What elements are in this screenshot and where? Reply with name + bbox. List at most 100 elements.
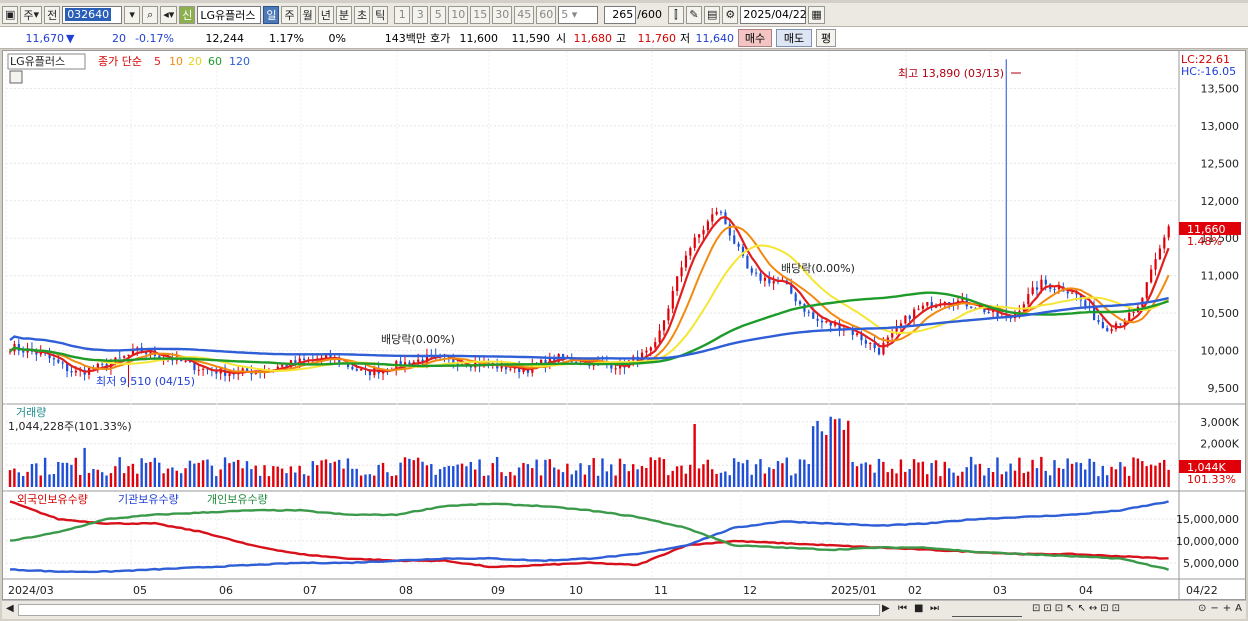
volume-bar: [416, 457, 420, 487]
ownership-panel: [9, 500, 1170, 574]
stock-name: LG유플러스: [197, 5, 262, 24]
interval-10[interactable]: 10: [448, 5, 469, 24]
candle-body: [101, 363, 104, 365]
period-week[interactable]: 주: [281, 5, 298, 24]
volume-bar: [904, 471, 907, 487]
price-panel: [9, 59, 1170, 388]
period-month[interactable]: 월: [299, 5, 316, 24]
volume-bar: [35, 463, 38, 487]
interval-60[interactable]: 60: [536, 5, 557, 24]
candle-body: [970, 306, 973, 308]
scroll-bar[interactable]: ◀ ▶ ⏮ ■ ⏭ ⊡⊡⊡↖↖↔⊡⊡ ⊙−+A: [2, 600, 1246, 619]
chart-area[interactable]: 9,500 10,000 10,500 11,000 11,500 12,000 12,50…: [2, 50, 1246, 600]
volume-bar: [412, 460, 415, 487]
calendar-icon[interactable]: ▦: [808, 5, 825, 24]
table-icon[interactable]: [9, 70, 23, 84]
interval-45[interactable]: 45: [514, 5, 535, 24]
interval-3[interactable]: 3: [412, 5, 429, 24]
candle-body: [755, 272, 758, 274]
interval-15[interactable]: 15: [470, 5, 491, 24]
search-icon[interactable]: ⌕: [142, 5, 159, 24]
volume-bar: [329, 463, 332, 487]
period-year[interactable]: 년: [317, 5, 334, 24]
volume-bar: [346, 458, 350, 487]
stop-icon[interactable]: ■: [914, 603, 923, 617]
volume-bar: [316, 465, 319, 487]
candle-body: [355, 369, 358, 371]
all-button[interactable]: 전: [44, 5, 61, 24]
candle-body: [921, 305, 925, 309]
volume-bar: [337, 459, 341, 487]
ownership-tick-label: 5,000,000: [1183, 557, 1239, 570]
volume-bar: [359, 475, 363, 487]
candle-body: [1119, 323, 1122, 325]
volume-bar: [1031, 459, 1034, 487]
volume-bar: [1026, 471, 1030, 487]
candle-body: [1158, 248, 1162, 260]
buy-button[interactable]: 매수: [738, 29, 772, 47]
volume-title: 거래량: [16, 406, 46, 419]
volume-tick-label: 2,000K: [1200, 438, 1239, 451]
volume-bar: [671, 470, 674, 487]
candle-body: [1132, 311, 1135, 313]
volume-bar: [882, 461, 885, 487]
zoom-controls-icon[interactable]: ⊙−+A: [1198, 603, 1246, 617]
volume-bar: [96, 469, 99, 487]
avg-button[interactable]: 평: [816, 29, 836, 47]
gear-icon[interactable]: ⚙: [722, 5, 739, 24]
volume-bar: [710, 469, 714, 487]
draw-icon[interactable]: ✎: [685, 5, 702, 24]
type-select[interactable]: 주 ▾: [20, 5, 43, 24]
candle-body: [1110, 329, 1113, 332]
x-tick-label: 04/22: [1186, 584, 1218, 597]
volume-bar: [1101, 465, 1104, 487]
period-day[interactable]: 일: [263, 5, 280, 24]
save-icon[interactable]: ▤: [703, 5, 721, 24]
legend-ma120: 120: [229, 55, 250, 68]
drawing-tools-icon[interactable]: ⊡⊡⊡↖↖↔⊡⊡: [1032, 603, 1123, 617]
first-icon[interactable]: ⏮: [898, 603, 907, 617]
period-tick[interactable]: 틱: [372, 5, 389, 24]
count-input[interactable]: 265: [604, 5, 637, 24]
last-icon[interactable]: ⏭: [930, 603, 939, 617]
volume-bar: [675, 466, 679, 487]
candle-body: [662, 320, 666, 331]
speaker-icon[interactable]: ◂▾: [160, 5, 178, 24]
volume-bar: [610, 464, 613, 487]
volume-bar: [219, 469, 222, 487]
interval-1[interactable]: 1: [394, 5, 411, 24]
volume-bar: [702, 464, 705, 487]
volume-bar: [798, 459, 802, 487]
volume-bar: [153, 457, 157, 487]
volume-bar: [781, 463, 784, 487]
scroll-right-icon[interactable]: ▶: [882, 603, 890, 617]
volume-bar: [267, 476, 271, 487]
date-input[interactable]: 2025/04/22: [740, 5, 807, 24]
sell-button[interactable]: 매도: [776, 29, 812, 47]
window-icon[interactable]: ▣: [2, 5, 19, 24]
scroll-left-icon[interactable]: ◀: [6, 603, 14, 617]
volume-bar: [351, 468, 354, 487]
high-price: 11,760: [637, 31, 677, 45]
volume-bar: [1141, 461, 1144, 487]
chart-svg[interactable]: 9,50010,00010,50011,00011,50012,00012,50…: [3, 51, 1245, 599]
volume-bar: [662, 459, 666, 487]
scroll-track[interactable]: [18, 604, 880, 616]
volume-bar: [83, 447, 86, 487]
candle-body: [807, 311, 810, 313]
candle-icon[interactable]: ⫿: [667, 5, 684, 24]
period-minute[interactable]: 분: [335, 5, 352, 24]
volume-bar: [1105, 475, 1109, 487]
candle-body: [812, 312, 815, 319]
candle-body: [856, 333, 859, 335]
interval-30[interactable]: 30: [492, 5, 513, 24]
period-second[interactable]: 초: [353, 5, 371, 24]
dropdown-icon[interactable]: ▾: [124, 5, 141, 24]
volume-bar: [430, 464, 433, 487]
code-input[interactable]: 032640: [62, 5, 123, 24]
interval-select[interactable]: 5 ▾: [558, 5, 599, 24]
candle-body: [684, 255, 688, 268]
interval-5[interactable]: 5: [430, 5, 447, 24]
zoom-slider[interactable]: [952, 603, 1022, 617]
candle-body: [1097, 320, 1100, 323]
